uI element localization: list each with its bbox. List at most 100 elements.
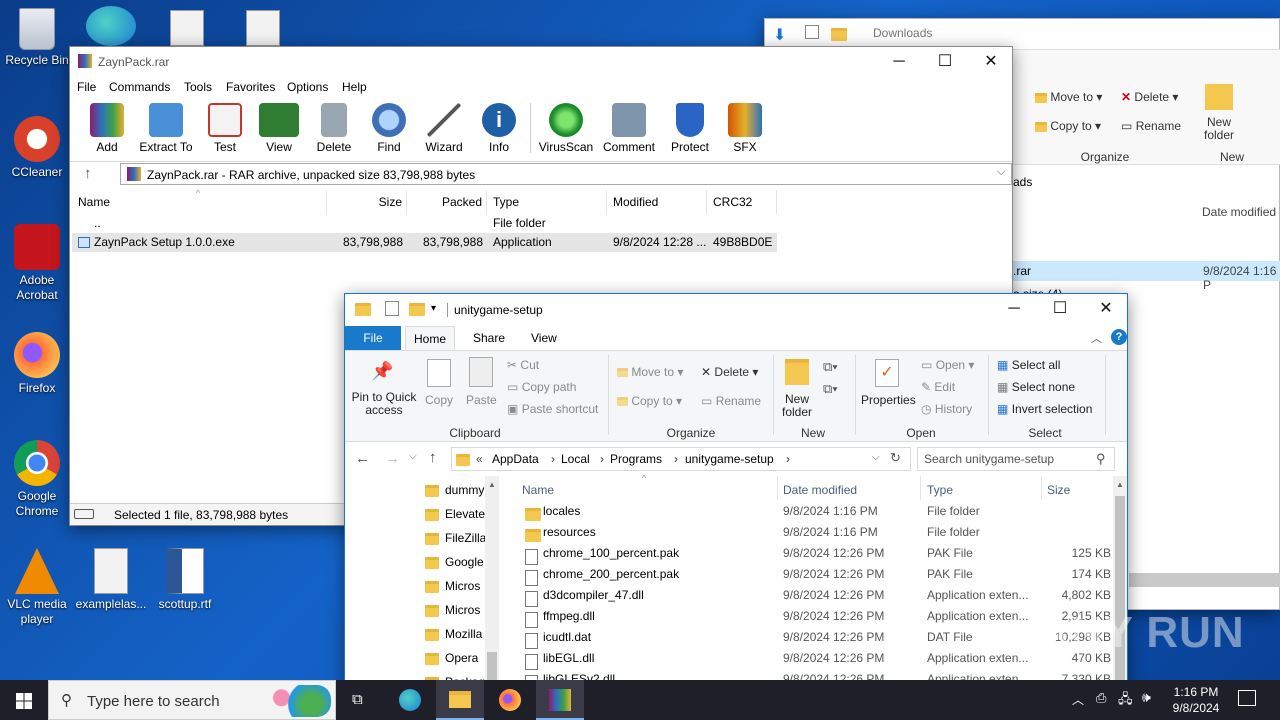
desktop-icon-example[interactable]: examplelas...: [74, 548, 148, 612]
menu-commands[interactable]: Commands: [109, 80, 170, 94]
copy-button[interactable]: Copy: [425, 393, 453, 407]
pin-quick-access-button[interactable]: Pin to Quick access: [349, 391, 419, 417]
list-item[interactable]: ffmpeg.dll 9/8/2024 12:26 PM Application e…: [505, 606, 1111, 628]
col-size[interactable]: Size: [327, 190, 407, 214]
easy-access-icon[interactable]: ⧉▾: [823, 381, 838, 397]
comment-button[interactable]: Comment: [600, 103, 658, 154]
new-folder-button[interactable]: New folder: [777, 393, 817, 419]
forward-arrow-icon[interactable]: →: [385, 450, 400, 467]
date-modified-header[interactable]: Date modified: [1202, 205, 1276, 219]
move-to-button[interactable]: Move to ▾: [617, 365, 683, 379]
new-item-icon[interactable]: ⧉▾: [823, 359, 838, 375]
info-button[interactable]: i Info: [473, 103, 525, 154]
network-icon[interactable]: 🖧: [1118, 690, 1133, 712]
col-size[interactable]: Size: [1047, 483, 1070, 497]
chevron-up-icon[interactable]: ︿: [1091, 330, 1102, 346]
rename-button[interactable]: ▭ Rename: [1121, 119, 1181, 133]
paste-button[interactable]: Paste: [466, 393, 497, 407]
navigation-pane[interactable]: dummy Elevate FileZilla Google Micros Micros M…: [345, 476, 499, 692]
recent-chevron-icon[interactable]: ⌵: [409, 451, 417, 462]
paste-shortcut-button[interactable]: ▣ Paste shortcut: [507, 402, 598, 416]
nav-item[interactable]: dummy: [425, 483, 485, 501]
cut-button[interactable]: ✂ Cut: [507, 358, 539, 372]
view-button[interactable]: View: [253, 103, 305, 154]
maximize-button[interactable]: ☐: [922, 47, 968, 77]
table-row[interactable]: .. File folder: [72, 214, 777, 233]
sfx-button[interactable]: SFX: [719, 103, 771, 154]
nav-item[interactable]: Google: [425, 555, 485, 573]
select-all-button[interactable]: ▦ Select all: [997, 358, 1060, 372]
up-arrow-icon[interactable]: ↑: [429, 449, 437, 466]
copy-path-button[interactable]: ▭ Copy path: [507, 380, 576, 394]
chevron-down-icon[interactable]: ⌵: [997, 166, 1005, 179]
explorer-window[interactable]: ▾ unitygame-setup ─ ☐ ✕ File Home Share …: [344, 293, 1129, 712]
help-icon[interactable]: ?: [1111, 329, 1127, 345]
task-view-button[interactable]: ⧉: [336, 680, 384, 720]
invert-selection-button[interactable]: ▦ Invert selection: [997, 402, 1092, 416]
menu-favorites[interactable]: Favorites: [226, 80, 275, 94]
chevron-up-icon[interactable]: ︿: [1072, 691, 1084, 708]
find-button[interactable]: Find: [363, 103, 415, 154]
rename-button[interactable]: ▭ Rename: [701, 394, 761, 408]
chevron-down-icon[interactable]: ▾: [431, 303, 436, 314]
protect-button[interactable]: Protect: [664, 103, 716, 154]
select-none-button[interactable]: ▦ Select none: [997, 380, 1075, 394]
close-button[interactable]: ✕: [1083, 294, 1129, 324]
selected-row[interactable]: .rar 9/8/2024 1:16 P: [1013, 261, 1280, 292]
tab-home[interactable]: Home: [405, 326, 455, 351]
clock[interactable]: 1:16 PM 9/8/2024: [1166, 684, 1226, 716]
move-to-button[interactable]: Move to ▾: [1035, 90, 1102, 104]
scrollbar[interactable]: [1129, 573, 1280, 587]
list-item[interactable]: resources 9/8/2024 1:16 PM File folder: [505, 522, 1111, 543]
wizard-button[interactable]: Wizard: [418, 103, 470, 154]
nav-item[interactable]: Micros: [425, 603, 485, 621]
path-field[interactable]: ZaynPack.rar - RAR archive, unpacked siz…: [120, 163, 1012, 185]
scrollbar[interactable]: ▲: [1113, 476, 1127, 692]
image-file-icon[interactable]: [246, 10, 280, 46]
delete-button[interactable]: ✕ Delete ▾: [1121, 90, 1178, 104]
delete-button[interactable]: ✕ Delete ▾: [701, 365, 758, 379]
new-folder-button[interactable]: New folder: [1201, 116, 1237, 142]
breadcrumb[interactable]: « AppData › Local › Programs › unitygame…: [451, 447, 911, 471]
desktop-icon-ccleaner[interactable]: CCleaner: [0, 116, 74, 180]
file-list[interactable]: Name ^ Date modified Type Size locales 9/…: [505, 473, 1127, 712]
up-arrow-icon[interactable]: ↑: [84, 165, 92, 182]
menu-tools[interactable]: Tools: [184, 80, 212, 94]
col-date-modified[interactable]: Date modified: [783, 483, 857, 497]
device-icon[interactable]: ⎙: [1096, 690, 1106, 706]
properties-icon[interactable]: [385, 301, 399, 316]
desktop-icon-chrome[interactable]: Google Chrome: [0, 440, 74, 519]
col-packed[interactable]: Packed: [407, 190, 487, 214]
nav-item[interactable]: Micros: [425, 579, 485, 597]
nav-item[interactable]: Elevate: [425, 507, 485, 525]
desktop-icon-scottup[interactable]: scottup.rtf: [148, 548, 222, 612]
col-type[interactable]: Type: [487, 190, 607, 214]
list-item[interactable]: d3dcompiler_47.dll 9/8/2024 12:26 PM Appli…: [505, 585, 1111, 607]
col-modified[interactable]: Modified: [607, 190, 707, 214]
nav-scrollbar[interactable]: ▲: [485, 476, 499, 692]
refresh-icon[interactable]: ↻: [890, 450, 901, 466]
breadcrumb-appdata[interactable]: AppData: [492, 452, 539, 466]
delete-button[interactable]: Delete: [308, 103, 360, 154]
nav-item[interactable]: Opera: [425, 651, 485, 669]
breadcrumb-local[interactable]: Local: [561, 452, 590, 466]
menu-options[interactable]: Options: [287, 80, 328, 94]
open-button[interactable]: ▭ Open ▾: [921, 358, 974, 372]
volume-icon[interactable]: 🕪: [1142, 689, 1151, 706]
tab-share[interactable]: Share: [473, 331, 505, 345]
extract-to-button[interactable]: Extract To: [138, 103, 194, 154]
nav-item[interactable]: Mozilla: [425, 627, 485, 645]
search-input[interactable]: Search unitygame-setup ⚲: [917, 447, 1115, 471]
image-file-icon[interactable]: [170, 10, 204, 46]
new-folder-quick-icon[interactable]: [409, 302, 425, 317]
edit-button[interactable]: ✎ Edit: [921, 380, 955, 394]
breadcrumb-unitygame-setup[interactable]: unitygame-setup: [685, 452, 774, 466]
col-name[interactable]: Name: [522, 483, 554, 497]
desktop-icon-vlc[interactable]: VLC media player: [0, 548, 74, 627]
col-type[interactable]: Type: [927, 483, 953, 497]
chevron-down-icon[interactable]: ⌵: [872, 452, 880, 463]
desktop-icon-recycle-bin[interactable]: Recycle Bin: [0, 8, 74, 68]
tab-file[interactable]: File: [345, 326, 401, 350]
start-button[interactable]: [0, 680, 48, 720]
properties-button[interactable]: Properties: [861, 393, 916, 407]
